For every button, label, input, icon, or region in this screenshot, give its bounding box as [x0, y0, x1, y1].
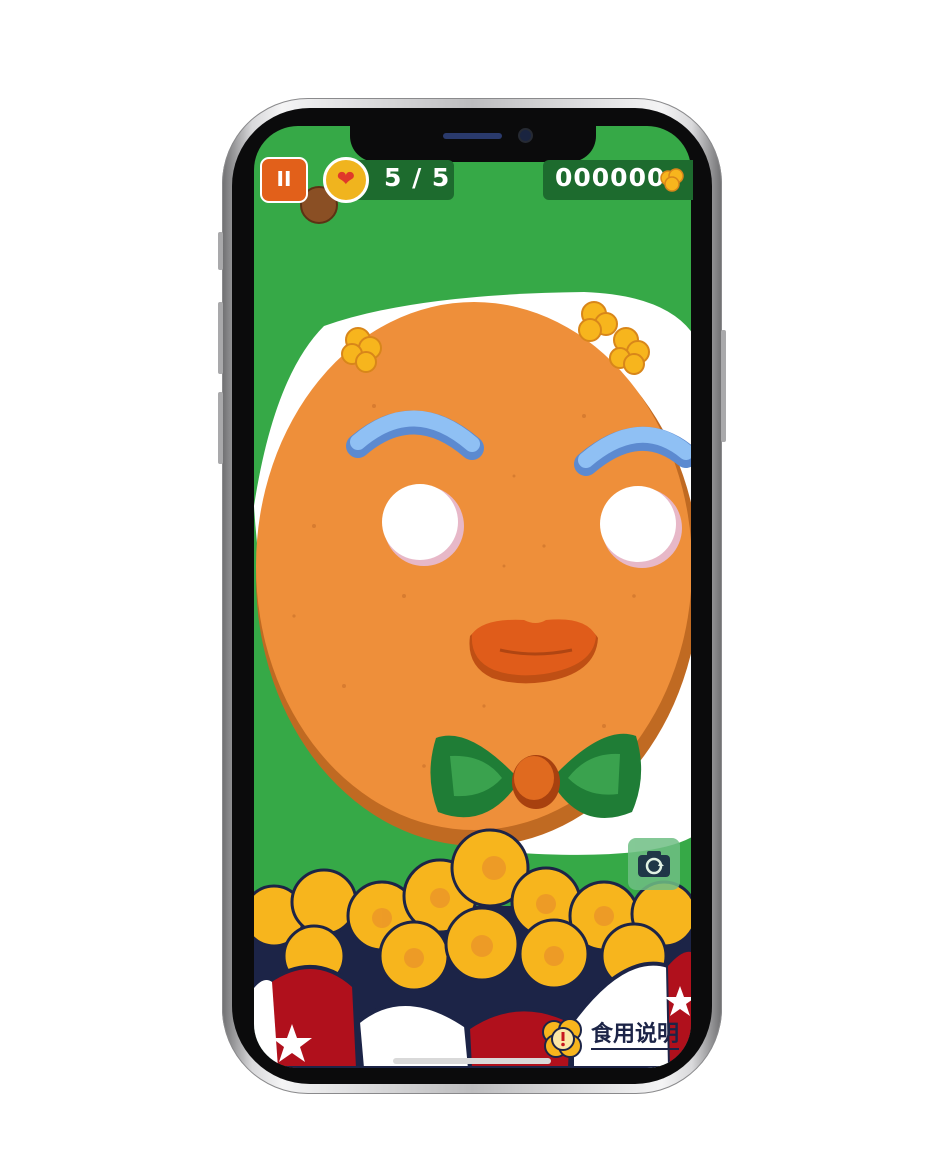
lives-counter: 5 / 5 [384, 163, 451, 192]
pause-button[interactable]: II [260, 157, 308, 203]
game-scene [254, 292, 691, 1068]
volume-up-button [218, 302, 223, 374]
heart-icon: ❤ [323, 157, 369, 203]
bucket-stripe-red-left [265, 964, 361, 1068]
manual-link[interactable]: 食用说明 [591, 1022, 680, 1050]
popcorn-icon [660, 168, 684, 192]
game-screen[interactable] [254, 126, 691, 1068]
exclamation-icon[interactable] [540, 1016, 586, 1062]
front-camera [520, 130, 531, 141]
camera-switch-button[interactable] [628, 838, 680, 890]
gingerbread-cookie [256, 301, 691, 846]
phone-notch [350, 120, 596, 162]
volume-down-button [218, 392, 223, 464]
home-indicator[interactable] [393, 1058, 551, 1064]
earpiece-speaker [443, 133, 502, 139]
mute-switch [218, 232, 223, 270]
camera-rotate-icon [638, 851, 670, 877]
pause-icon: II [276, 167, 292, 191]
score-counter: 000000 [555, 163, 666, 192]
left-eye [382, 484, 458, 560]
power-button [721, 330, 726, 442]
right-eye [600, 486, 676, 562]
